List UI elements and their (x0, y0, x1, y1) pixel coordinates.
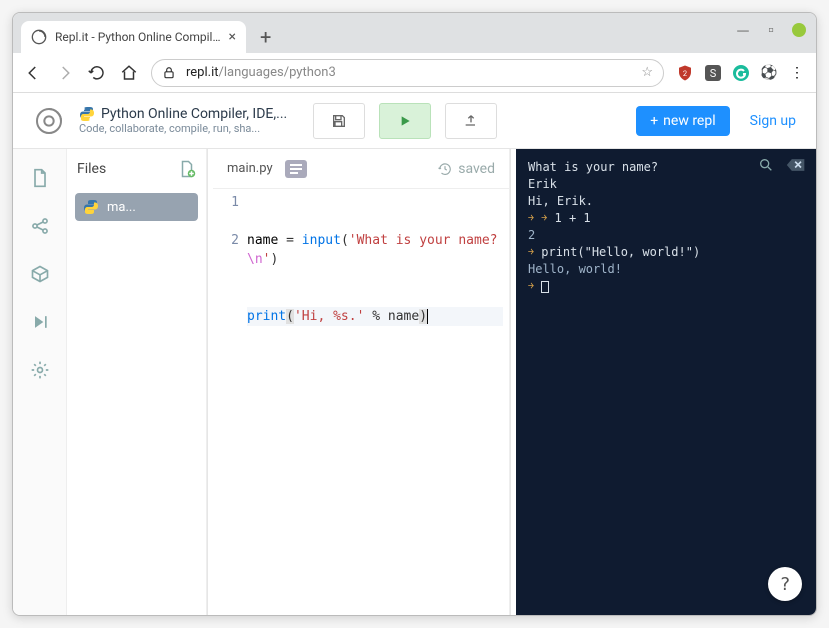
page-title: Python Online Compiler, IDE,... (101, 106, 287, 122)
url-path: /languages/python3 (218, 65, 335, 80)
tab-title: Repl.it - Python Online Compil… (55, 30, 220, 44)
line-number: 1 (219, 193, 239, 212)
lock-icon (162, 66, 176, 80)
reload-button[interactable] (87, 63, 107, 83)
browser-tabstrip: Repl.it - Python Online Compil… × + － ▫ (13, 13, 816, 53)
share-nodes-icon[interactable] (29, 215, 51, 237)
python-icon (79, 106, 95, 122)
terminal-line: 2 (528, 227, 804, 244)
saved-status: saved (438, 161, 495, 177)
debugger-icon[interactable] (29, 311, 51, 333)
terminal-pane[interactable]: What is your name? Erik Hi, Erik. ￫ ￫ 1 … (516, 149, 816, 615)
save-button[interactable] (313, 103, 365, 139)
window-maximize-icon[interactable]: ▫ (764, 23, 778, 37)
replit-logo[interactable] (33, 105, 65, 137)
file-item-label: ma... (107, 200, 136, 215)
plus-icon: + (650, 113, 658, 129)
new-repl-label: new repl (663, 113, 715, 129)
file-tab-label: main.py (227, 161, 273, 176)
forward-button[interactable] (55, 63, 75, 83)
svg-text:2: 2 (683, 69, 687, 78)
icon-sidebar (13, 149, 67, 615)
code-editor[interactable]: 1 2 name = input('What is your name?\n')… (213, 189, 509, 615)
search-icon[interactable] (758, 157, 774, 173)
history-icon (438, 162, 452, 176)
terminal-line: Erik (528, 176, 804, 193)
python-icon (83, 199, 99, 215)
text-cursor (427, 309, 428, 324)
share-button[interactable] (445, 103, 497, 139)
terminal-line: Hello, world! (528, 261, 804, 278)
new-tab-button[interactable]: + (260, 25, 271, 49)
browser-tab[interactable]: Repl.it - Python Online Compil… × (21, 21, 246, 53)
terminal-line: ￫ (528, 278, 804, 295)
page-subtitle: Code, collaborate, compile, run, sha... (79, 122, 299, 135)
url-host: repl.it (186, 65, 218, 80)
window-minimize-icon[interactable]: － (736, 23, 750, 37)
clear-icon[interactable] (786, 158, 806, 172)
terminal-line: Hi, Erik. (528, 193, 804, 210)
extension-grammarly-icon[interactable] (732, 64, 750, 82)
prompt-icon: ￫ (528, 279, 534, 293)
run-button[interactable] (379, 103, 431, 139)
replit-favicon (31, 29, 47, 45)
new-repl-button[interactable]: + new repl (636, 106, 729, 136)
add-file-button[interactable] (178, 160, 196, 178)
extension-shield-icon[interactable]: 2 (676, 64, 694, 82)
format-button[interactable] (285, 160, 307, 178)
files-panel: Files ma... (67, 149, 207, 615)
home-button[interactable] (119, 63, 139, 83)
window-close-icon[interactable] (792, 23, 806, 37)
star-icon[interactable]: ☆ (641, 65, 653, 80)
back-button[interactable] (23, 63, 43, 83)
settings-gear-icon[interactable] (29, 359, 51, 381)
file-tab[interactable]: main.py (227, 161, 273, 176)
app-header: Python Online Compiler, IDE,... Code, co… (13, 93, 816, 149)
file-item[interactable]: ma... (75, 193, 198, 221)
editor-pane: main.py saved 1 2 (213, 149, 510, 615)
browser-toolbar: repl.it /languages/python3 ☆ 2 S ⚽ ⋮ (13, 53, 816, 93)
terminal-cursor (541, 281, 549, 293)
help-button[interactable]: ? (768, 567, 802, 601)
files-icon[interactable] (29, 167, 51, 189)
extension-s-icon[interactable]: S (704, 64, 722, 82)
extension-soccer-icon[interactable]: ⚽ (760, 64, 778, 82)
terminal-line: ￫ ￫ 1 + 1 (528, 210, 804, 227)
files-label: Files (77, 161, 106, 177)
address-bar[interactable]: repl.it /languages/python3 ☆ (151, 59, 664, 87)
browser-menu-icon[interactable]: ⋮ (788, 64, 806, 82)
packages-icon[interactable] (29, 263, 51, 285)
sign-up-link[interactable]: Sign up (750, 113, 796, 129)
terminal-line: ￫ print("Hello, world!") (528, 244, 804, 261)
line-number: 2 (219, 231, 239, 250)
close-icon[interactable]: × (228, 29, 235, 45)
svg-text:S: S (710, 67, 717, 80)
